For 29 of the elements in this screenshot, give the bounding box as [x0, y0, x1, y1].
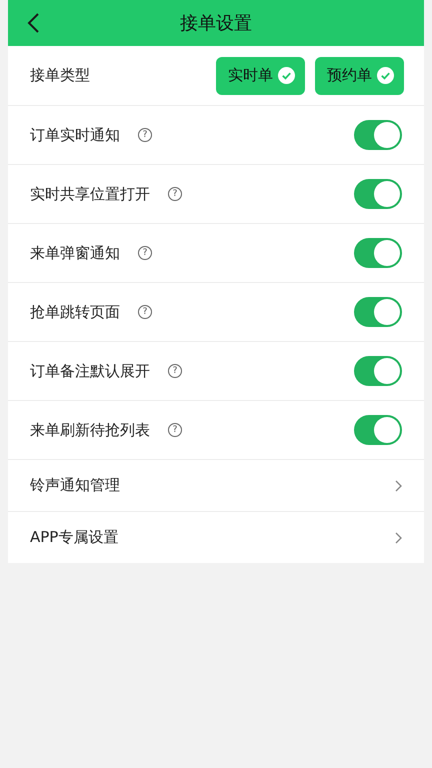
- chevron-right-icon: [395, 532, 402, 544]
- setting-label: 抢单跳转页面: [30, 302, 120, 322]
- setting-link[interactable]: APP专属设置: [30, 528, 118, 547]
- help-icon[interactable]: ?: [168, 423, 182, 437]
- help-icon[interactable]: ?: [168, 364, 182, 378]
- page-title: 接单设置: [180, 12, 252, 35]
- order-type-chip[interactable]: 实时单: [216, 56, 305, 94]
- order-type-chip[interactable]: 预约单: [315, 56, 404, 94]
- setting-label: 来单弹窗通知: [30, 244, 120, 262]
- setting-label: 接单类型: [30, 66, 90, 85]
- setting-label: 订单备注默认展开: [30, 362, 150, 380]
- toggle-switch[interactable]: [354, 179, 402, 209]
- toggle-switch[interactable]: [354, 415, 402, 445]
- chevron-right-icon: [395, 480, 402, 492]
- help-icon[interactable]: ?: [168, 187, 182, 201]
- setting-label: 实时共享位置打开: [30, 184, 150, 204]
- setting-link[interactable]: 铃声通知管理: [30, 476, 120, 495]
- help-icon[interactable]: ?: [138, 128, 152, 142]
- toggle-switch[interactable]: [354, 297, 402, 327]
- setting-label: 来单刷新待抢列表: [30, 420, 150, 440]
- setting-label: 订单实时通知: [30, 126, 120, 144]
- back-icon[interactable]: [26, 12, 40, 34]
- help-icon[interactable]: ?: [138, 246, 152, 260]
- toggle-switch[interactable]: [354, 356, 402, 386]
- toggle-switch[interactable]: [354, 120, 402, 150]
- help-icon[interactable]: ?: [138, 305, 152, 319]
- check-icon: [278, 67, 295, 84]
- toggle-switch[interactable]: [354, 238, 402, 268]
- check-icon: [377, 67, 394, 84]
